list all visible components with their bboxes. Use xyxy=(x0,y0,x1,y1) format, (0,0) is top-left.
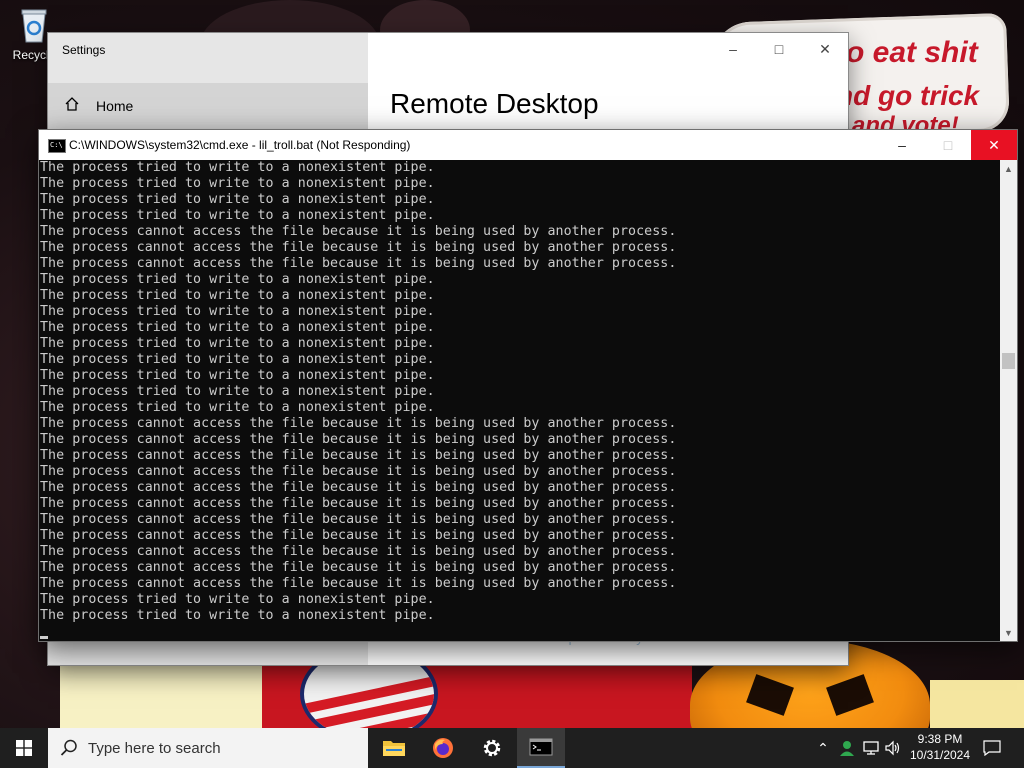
console-line: The process cannot access the file becau… xyxy=(40,560,677,575)
notification-icon xyxy=(983,740,1001,756)
cmd-maximize-button[interactable]: □ xyxy=(925,130,971,160)
settings-icon xyxy=(483,739,501,757)
taskbar-firefox[interactable] xyxy=(419,728,467,768)
wallpaper-text-1: o eat shit xyxy=(846,36,978,69)
console-line: The process tried to write to a nonexist… xyxy=(40,208,435,223)
tray-user-status[interactable] xyxy=(836,728,858,768)
cmd-window-title: C:\WINDOWS\system32\cmd.exe - lil_troll.… xyxy=(69,138,411,152)
console-line: The process tried to write to a nonexist… xyxy=(40,192,435,207)
taskbar: Type here to search ⌃ 9:38 PM 10/31/2024 xyxy=(0,728,1024,768)
network-icon xyxy=(863,741,879,755)
taskbar-file-explorer[interactable] xyxy=(370,728,418,768)
console-line: The process tried to write to a nonexist… xyxy=(40,384,435,399)
tray-volume[interactable] xyxy=(882,728,904,768)
terminal-icon xyxy=(529,738,553,756)
console-output[interactable]: The process tried to write to a nonexist… xyxy=(39,160,1000,641)
settings-home-nav[interactable]: Home xyxy=(48,83,368,129)
search-placeholder: Type here to search xyxy=(88,739,221,757)
cmd-scrollbar[interactable]: ▲ ▼ xyxy=(1000,160,1017,641)
console-line: The process cannot access the file becau… xyxy=(40,576,677,591)
search-icon xyxy=(60,739,77,756)
settings-maximize-button[interactable]: □ xyxy=(756,33,802,65)
cmd-titlebar[interactable]: C:\WINDOWS\system32\cmd.exe - lil_troll.… xyxy=(39,130,1017,160)
scroll-up-icon[interactable]: ▲ xyxy=(1000,160,1017,177)
console-line: The process cannot access the file becau… xyxy=(40,496,677,511)
scroll-thumb[interactable] xyxy=(1002,353,1015,369)
firefox-icon xyxy=(433,738,453,758)
start-button[interactable] xyxy=(0,728,48,768)
windows-logo-icon xyxy=(16,740,32,756)
clock-date: 10/31/2024 xyxy=(909,748,971,762)
console-line: The process cannot access the file becau… xyxy=(40,432,677,447)
console-line: The process tried to write to a nonexist… xyxy=(40,400,435,415)
console-line: The process tried to write to a nonexist… xyxy=(40,176,435,191)
console-line: The process tried to write to a nonexist… xyxy=(40,272,435,287)
user-status-icon xyxy=(840,741,854,756)
console-line: The process cannot access the file becau… xyxy=(40,528,677,543)
home-label: Home xyxy=(96,98,134,114)
console-line: The process cannot access the file becau… xyxy=(40,464,677,479)
page-title: Remote Desktop xyxy=(390,88,599,119)
console-line: The process tried to write to a nonexist… xyxy=(40,352,435,367)
taskbar-terminal[interactable] xyxy=(517,728,565,768)
console-line: The process tried to write to a nonexist… xyxy=(40,336,435,351)
console-line: The process cannot access the file becau… xyxy=(40,512,677,527)
console-line: The process tried to write to a nonexist… xyxy=(40,368,435,383)
home-icon xyxy=(64,96,84,117)
wallpaper-text-2: nd go trick xyxy=(836,80,980,111)
console-cursor xyxy=(40,636,48,639)
console-line: The process cannot access the file becau… xyxy=(40,448,677,463)
console-line: The process cannot access the file becau… xyxy=(40,240,677,255)
chevron-up-icon: ⌃ xyxy=(817,739,829,756)
console-line: The process cannot access the file becau… xyxy=(40,256,677,271)
tray-network[interactable] xyxy=(860,728,882,768)
console-line: The process tried to write to a nonexist… xyxy=(40,288,435,303)
volume-icon xyxy=(885,740,900,756)
cmd-icon xyxy=(48,139,66,153)
settings-minimize-button[interactable]: – xyxy=(710,33,756,65)
clock-time: 9:38 PM xyxy=(917,732,963,746)
settings-window-title: Settings xyxy=(62,43,106,57)
recycle-bin-icon xyxy=(18,6,50,44)
taskbar-clock[interactable]: 9:38 PM 10/31/2024 xyxy=(904,731,976,763)
console-line: The process tried to write to a nonexist… xyxy=(40,160,435,175)
console-line: The process tried to write to a nonexist… xyxy=(40,608,435,623)
show-hidden-icons-button[interactable]: ⌃ xyxy=(814,728,832,768)
settings-close-button[interactable]: ✕ xyxy=(802,33,848,65)
console-line: The process cannot access the file becau… xyxy=(40,544,677,559)
taskbar-settings[interactable] xyxy=(468,728,516,768)
console-line: The process tried to write to a nonexist… xyxy=(40,304,435,319)
cmd-minimize-button[interactable]: – xyxy=(879,130,925,160)
action-center-button[interactable] xyxy=(978,728,1006,768)
console-line: The process cannot access the file becau… xyxy=(40,224,677,239)
cmd-window[interactable]: C:\WINDOWS\system32\cmd.exe - lil_troll.… xyxy=(39,130,1017,641)
scroll-down-icon[interactable]: ▼ xyxy=(1000,624,1017,641)
console-line: The process cannot access the file becau… xyxy=(40,480,677,495)
cmd-close-button[interactable]: ✕ xyxy=(971,130,1017,160)
console-line: The process tried to write to a nonexist… xyxy=(40,320,435,335)
file-explorer-icon xyxy=(383,741,405,756)
console-line: The process tried to write to a nonexist… xyxy=(40,592,435,607)
console-line: The process cannot access the file becau… xyxy=(40,416,677,431)
taskbar-search-box[interactable]: Type here to search xyxy=(48,728,368,768)
